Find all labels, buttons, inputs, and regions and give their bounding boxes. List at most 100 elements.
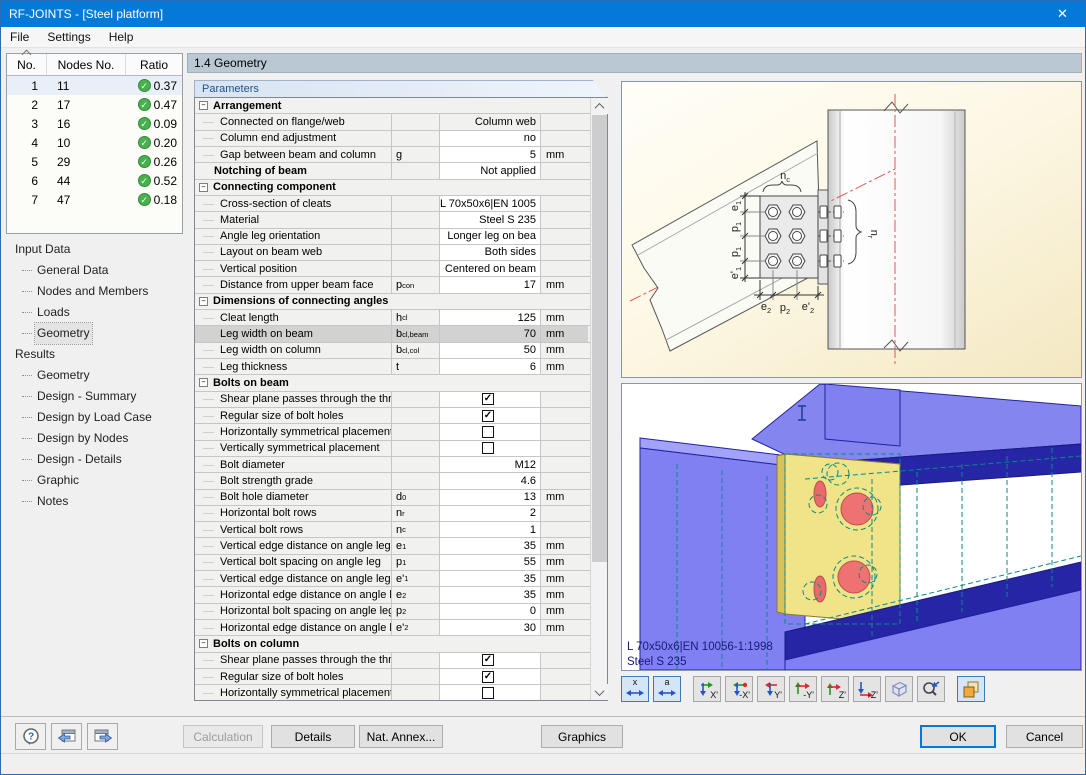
parameter-row[interactable]: Bolt diameter M12 (195, 456, 591, 474)
dimension-x-button[interactable]: x (621, 676, 649, 702)
parameter-value-cell[interactable]: ✓ (440, 391, 541, 407)
parameter-value-cell[interactable]: 13 (440, 489, 541, 505)
parameter-row[interactable]: Vertical edge distance on angle leg e 1 35 m… (195, 538, 591, 555)
parameter-value-cell[interactable]: 4.6 (440, 473, 541, 489)
parameter-row[interactable]: Column end adjustment no (195, 130, 591, 147)
scrollbar-thumb[interactable] (592, 115, 608, 562)
parameter-value-cell[interactable]: Steel S 235 (440, 212, 541, 228)
parameter-value-cell[interactable]: 0 (440, 603, 541, 619)
column-header-nodes[interactable]: Nodes No. (47, 54, 126, 75)
checked-checkbox[interactable]: ✓ (482, 409, 494, 422)
nav-item-graphic[interactable]: Graphic (6, 470, 183, 491)
parameter-row[interactable]: Vertical bolt rows n c 1 (195, 522, 591, 539)
parameter-value-cell[interactable]: L 70x50x6|EN 1005 (440, 195, 541, 212)
parameter-section-row[interactable]: − Bolts on beam (195, 375, 591, 392)
parameter-value-cell[interactable]: 6 (440, 359, 541, 375)
scroll-up-button[interactable] (591, 98, 609, 114)
parameter-row[interactable]: Layout on beam web Both sides (195, 244, 591, 262)
parameter-value-cell[interactable]: no (440, 130, 541, 146)
nav-item-geometry[interactable]: Geometry (6, 365, 183, 386)
parameter-value-cell[interactable]: Column web (440, 114, 541, 130)
parameter-row[interactable]: Gap between beam and column g 5 mm (195, 146, 591, 164)
checked-checkbox[interactable]: ✓ (482, 393, 494, 406)
parameter-value-cell[interactable]: 5 (440, 146, 541, 163)
parameter-value-cell[interactable]: ✓ (440, 407, 541, 424)
parameter-value-cell[interactable]: 30 (440, 620, 541, 636)
parameter-value-cell[interactable]: Both sides (440, 244, 541, 261)
nat-annex-button[interactable]: Nat. Annex... (359, 725, 443, 748)
joint-row[interactable]: 5 29 ✓ 0.26 (7, 152, 182, 171)
parameter-value-cell[interactable] (440, 424, 541, 440)
joint-row[interactable]: 1 11 ✓ 0.37 (7, 76, 182, 95)
nav-item-loads[interactable]: Loads (6, 302, 183, 323)
parameter-value-cell[interactable]: 55 (440, 554, 541, 571)
isometric-view-button[interactable] (885, 676, 913, 702)
parameter-row[interactable]: Cross-section of cleats L 70x50x6|EN 1005 (195, 195, 591, 213)
parameter-row[interactable]: Horizontal edge distance on angle le e 2 35… (195, 587, 591, 604)
unchecked-checkbox[interactable] (482, 425, 494, 438)
nav-group-input-data[interactable]: Input Data (6, 239, 183, 260)
parameter-value-cell[interactable]: Not applied (440, 163, 541, 179)
collapse-icon[interactable]: − (199, 378, 208, 388)
previous-table-button[interactable] (51, 723, 82, 750)
parameter-value-cell[interactable]: 1 (440, 522, 541, 538)
parameter-value-cell[interactable]: Longer leg on bea (440, 228, 541, 244)
nav-item-geometry[interactable]: Geometry (6, 322, 183, 345)
parameter-row[interactable]: Distance from upper beam face p con 17 mm (195, 277, 591, 294)
collapse-icon[interactable]: − (199, 101, 208, 111)
parameter-row[interactable]: Horizontal bolt spacing on angle leg p 2 0 m… (195, 603, 591, 620)
collapse-icon[interactable]: − (199, 639, 208, 649)
table-header[interactable]: No. Nodes No. Ratio (7, 49, 182, 76)
parameter-value-cell[interactable] (440, 685, 541, 700)
parameter-row[interactable]: Horizontal edge distance on angle le e' 2 3… (195, 620, 591, 637)
parameter-value-cell[interactable]: 35 (440, 587, 541, 603)
nav-item-design-summary[interactable]: Design - Summary (6, 386, 183, 407)
scroll-down-button[interactable] (591, 684, 609, 700)
parameter-section-row[interactable]: − Arrangement (195, 98, 591, 115)
nav-item-nodes-and-members[interactable]: Nodes and Members (6, 281, 183, 302)
parameter-value-cell[interactable]: 17 (440, 277, 541, 293)
joint-row[interactable]: 3 16 ✓ 0.09 (7, 114, 182, 133)
parameter-value-cell[interactable]: 35 (440, 571, 541, 587)
details-button[interactable]: Details (271, 725, 355, 748)
view-x-prime-button[interactable]: X' (693, 676, 721, 702)
collapse-icon[interactable]: − (199, 296, 208, 306)
parameter-value-cell[interactable]: ✓ (440, 652, 541, 668)
nav-group-results[interactable]: Results (6, 344, 183, 365)
parameter-row[interactable]: Horizontal bolt rows n r 2 (195, 505, 591, 523)
parameter-value-cell[interactable]: 35 (440, 538, 541, 554)
graphics-button[interactable]: Graphics (541, 725, 623, 748)
parameter-row[interactable]: Leg width on beam b cl,beam 70 mm (195, 326, 591, 343)
view-minus-x-prime-button[interactable]: -X' (725, 676, 753, 702)
layers-button[interactable] (957, 676, 985, 702)
parameter-value-cell[interactable]: 125 (440, 310, 541, 326)
parameter-row[interactable]: Notching of beam Not applied (195, 163, 591, 180)
parameter-value-cell[interactable]: Centered on beam (440, 261, 541, 277)
parameter-value-cell[interactable]: 50 (440, 342, 541, 358)
parameter-row[interactable]: Regular size of bolt holes ✓ (195, 407, 591, 425)
parameter-value-cell[interactable]: ✓ (440, 668, 541, 685)
menu-item-file[interactable]: File (1, 28, 38, 46)
view-minus-y-prime-button[interactable]: -Y' (789, 676, 817, 702)
nav-item-design-by-load-case[interactable]: Design by Load Case (6, 407, 183, 428)
parameter-value-cell[interactable]: 70 (440, 326, 541, 342)
parameter-row[interactable]: Leg thickness t 6 mm (195, 359, 591, 376)
unchecked-checkbox[interactable] (482, 686, 494, 699)
parameter-section-row[interactable]: − Dimensions of connecting angles (195, 293, 591, 311)
joint-row[interactable]: 7 47 ✓ 0.18 (7, 190, 182, 209)
parameter-row[interactable]: Shear plane passes through the thre ✓ (195, 391, 591, 408)
scrollbar[interactable] (590, 98, 609, 700)
column-header-ratio[interactable]: Ratio (126, 54, 182, 75)
checked-checkbox[interactable]: ✓ (482, 654, 494, 667)
ok-button[interactable]: OK (920, 725, 996, 748)
nav-item-notes[interactable]: Notes (6, 491, 183, 512)
zoom-view-button[interactable] (917, 676, 945, 702)
view-z-prime-button[interactable]: Z' (821, 676, 849, 702)
parameter-row[interactable]: Angle leg orientation Longer leg on bea (195, 228, 591, 245)
parameter-row[interactable]: Vertical position Centered on beam (195, 261, 591, 278)
parameter-section-row[interactable]: − Connecting component (195, 179, 591, 196)
view-minus-z-prime-button[interactable]: -Z' (853, 676, 881, 702)
nav-item-design-by-nodes[interactable]: Design by Nodes (6, 428, 183, 449)
dimension-a-button[interactable]: a (653, 676, 681, 702)
nav-item-design-details[interactable]: Design - Details (6, 449, 183, 470)
